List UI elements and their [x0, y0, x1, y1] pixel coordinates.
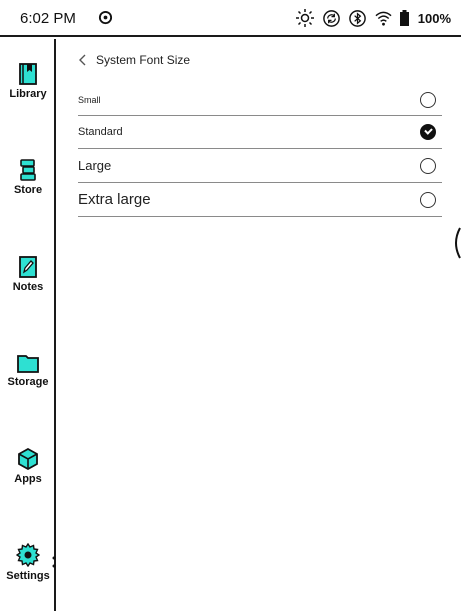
sidebar-item-label: Storage [7, 376, 49, 388]
radio-unchecked-icon[interactable] [420, 157, 436, 174]
status-time: 6:02 PM [20, 10, 76, 27]
settings-icon [16, 543, 40, 567]
frontlight-icon[interactable] [295, 8, 315, 28]
sidebar-item-settings[interactable]: Settings [0, 543, 56, 582]
notes-icon [19, 256, 37, 278]
battery-percentage: 100% [417, 10, 451, 26]
sidebar-item-label: Library [9, 88, 47, 100]
sidebar-item-storage[interactable]: Storage [0, 353, 56, 388]
settings-panel: System Font Size Small Standard Large Ex… [58, 39, 461, 611]
radio-unchecked-icon[interactable] [420, 91, 436, 108]
status-bar: 6:02 PM 100% [0, 0, 461, 37]
sidebar-item-label: Store [13, 184, 43, 196]
sidebar-item-notes[interactable]: Notes [0, 256, 56, 293]
option-large[interactable]: Large [78, 149, 442, 183]
refresh-icon[interactable] [322, 9, 341, 28]
page-title: System Font Size [96, 53, 191, 67]
status-icons: 100% [295, 8, 451, 28]
sync-icon [98, 10, 113, 25]
sidebar-item-label: Apps [14, 473, 42, 485]
wifi-icon[interactable] [374, 10, 393, 27]
option-standard[interactable]: Standard [78, 116, 442, 149]
bluetooth-icon[interactable] [348, 9, 367, 28]
option-label: Small [78, 94, 101, 105]
option-extra-large[interactable]: Extra large [78, 183, 442, 217]
library-icon [19, 63, 37, 85]
sidebar-item-apps[interactable]: Apps [0, 448, 56, 485]
chevron-left-icon [79, 54, 86, 66]
store-icon [20, 159, 36, 181]
battery-icon [399, 10, 409, 26]
sidebar-item-store[interactable]: Store [0, 159, 56, 196]
option-label: Standard [78, 126, 123, 138]
option-label: Extra large [78, 191, 151, 208]
radio-unchecked-icon[interactable] [420, 191, 436, 208]
option-small[interactable]: Small [78, 84, 442, 116]
back-button[interactable]: System Font Size [78, 51, 190, 69]
sidebar: Library Store Notes Storage Apps Setting… [0, 39, 56, 611]
sidebar-item-label: Settings [6, 570, 50, 582]
radio-checked-icon[interactable] [420, 124, 436, 140]
edge-swipe-handle[interactable] [451, 226, 461, 260]
sidebar-item-label: Notes [12, 281, 44, 293]
more-dots-icon [52, 556, 56, 568]
storage-icon [17, 355, 39, 373]
option-label: Large [78, 158, 112, 173]
apps-icon [18, 448, 38, 470]
sidebar-item-library[interactable]: Library [0, 63, 56, 100]
